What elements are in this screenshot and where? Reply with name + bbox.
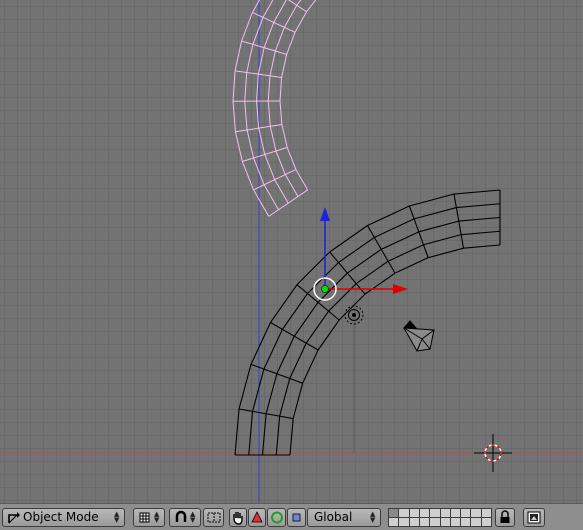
manipulator-x-arrow[interactable] xyxy=(393,284,408,294)
scale-square-icon xyxy=(292,513,301,522)
snap-toggle[interactable] xyxy=(203,508,224,527)
layer-button[interactable] xyxy=(461,509,471,517)
solid-cube-icon xyxy=(139,512,150,523)
layer-button[interactable] xyxy=(461,518,471,526)
layer-button[interactable] xyxy=(471,518,481,526)
hand-icon xyxy=(233,512,243,525)
manipulator-z-arrow[interactable] xyxy=(320,207,330,221)
layer-button[interactable] xyxy=(389,509,399,517)
layer-button[interactable] xyxy=(450,518,461,526)
pivot-point-icon xyxy=(175,510,187,522)
layer-button[interactable] xyxy=(440,518,450,526)
layer-button[interactable] xyxy=(389,518,399,526)
selected-mesh[interactable] xyxy=(232,0,338,217)
layer-button[interactable] xyxy=(450,509,461,517)
layer-button[interactable] xyxy=(481,509,491,517)
layer-button[interactable] xyxy=(419,509,430,517)
scale-widget-toggle[interactable] xyxy=(287,508,306,527)
layer-button[interactable] xyxy=(430,509,440,517)
pivot-menu[interactable]: ▲ ▼ xyxy=(169,508,201,527)
mode-menu-label: Object Mode xyxy=(23,510,99,524)
camera-object[interactable] xyxy=(402,320,435,352)
layer-button[interactable] xyxy=(409,518,419,526)
layer-button[interactable] xyxy=(471,509,481,517)
layer-button[interactable] xyxy=(440,509,450,517)
translate-triangle-icon xyxy=(251,511,263,523)
render-button[interactable] xyxy=(523,508,545,527)
3d-viewport[interactable] xyxy=(0,0,583,503)
object-mode-icon xyxy=(8,512,20,524)
layer-button[interactable] xyxy=(430,518,440,526)
magnet-icon xyxy=(207,512,221,523)
manipulator-toggle[interactable] xyxy=(229,508,247,527)
3d-cursor[interactable] xyxy=(474,434,512,472)
chevron-updown-icon: ▲ ▼ xyxy=(154,510,160,524)
layer-button[interactable] xyxy=(419,518,430,526)
layer-buttons[interactable] xyxy=(388,508,492,527)
lock-icon xyxy=(500,510,510,523)
lock-layers-button[interactable] xyxy=(495,508,515,527)
layer-button[interactable] xyxy=(399,509,409,517)
translate-widget-toggle[interactable] xyxy=(248,508,266,527)
layer-button[interactable] xyxy=(481,518,491,526)
orientation-menu-label: Global xyxy=(314,510,353,524)
chevron-updown-icon: ▲ ▼ xyxy=(190,510,196,524)
rotate-ring-icon xyxy=(271,511,283,524)
mode-menu[interactable]: Object Mode ▲ ▼ xyxy=(2,508,125,527)
render-image-icon xyxy=(527,511,541,524)
layer-button[interactable] xyxy=(409,509,419,517)
3d-view-header: Object Mode ▲ ▼ ▲ ▼ ▲ ▼ Global ▲ ▼ xyxy=(0,503,583,530)
chevron-updown-icon: ▲ ▼ xyxy=(370,510,376,524)
chevron-updown-icon: ▲ ▼ xyxy=(114,510,120,524)
viewport-canvas[interactable] xyxy=(0,0,583,503)
layer-button[interactable] xyxy=(399,518,409,526)
rotate-widget-toggle[interactable] xyxy=(267,508,286,527)
draw-type-menu[interactable]: ▲ ▼ xyxy=(133,508,165,527)
unselected-mesh[interactable] xyxy=(234,189,501,456)
orientation-menu[interactable]: Global ▲ ▼ xyxy=(307,508,381,527)
object-origin-point[interactable] xyxy=(321,285,329,293)
